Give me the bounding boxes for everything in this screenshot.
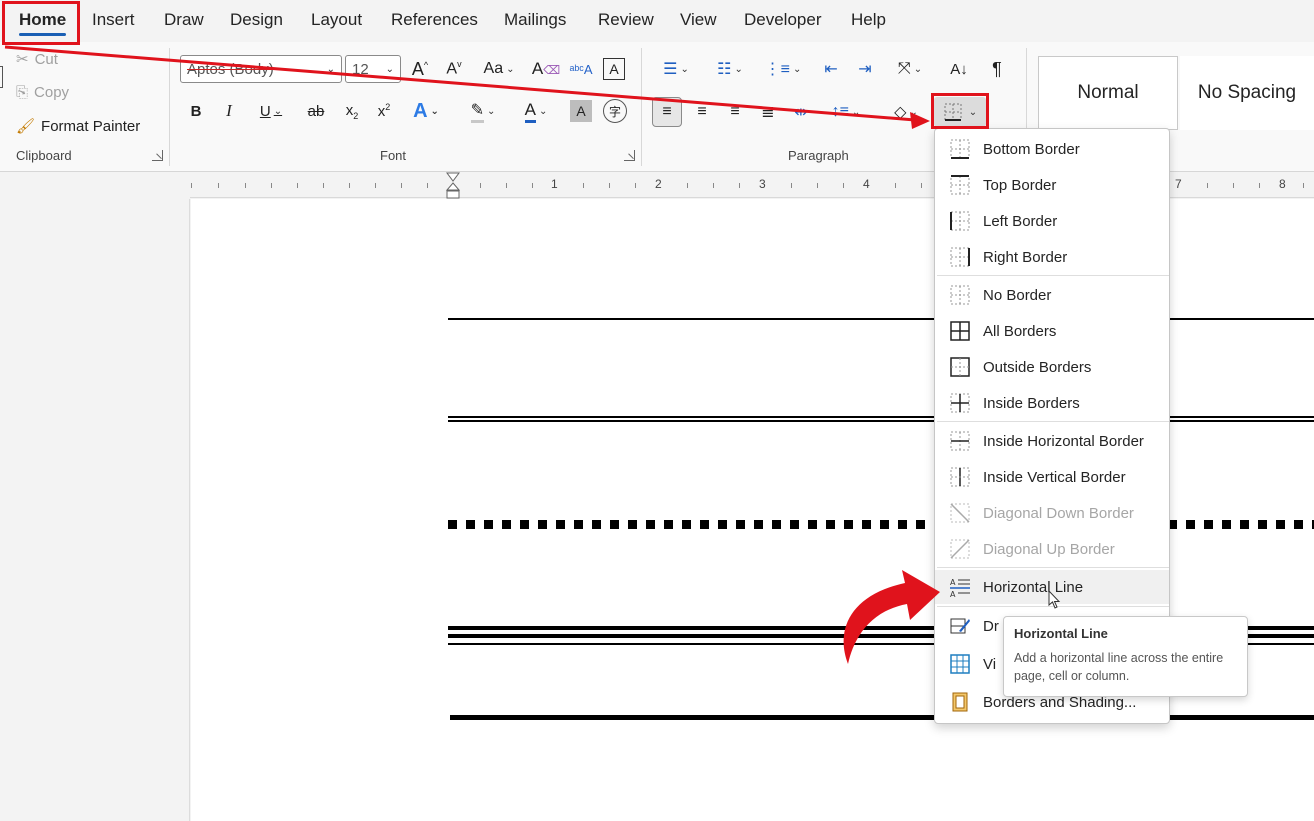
curved-arrow-icon — [843, 570, 940, 664]
edge-fragment — [0, 66, 3, 88]
annotation-arrows — [4, 45, 940, 664]
annotation-line — [4, 45, 916, 122]
arrowhead-icon — [910, 112, 930, 129]
